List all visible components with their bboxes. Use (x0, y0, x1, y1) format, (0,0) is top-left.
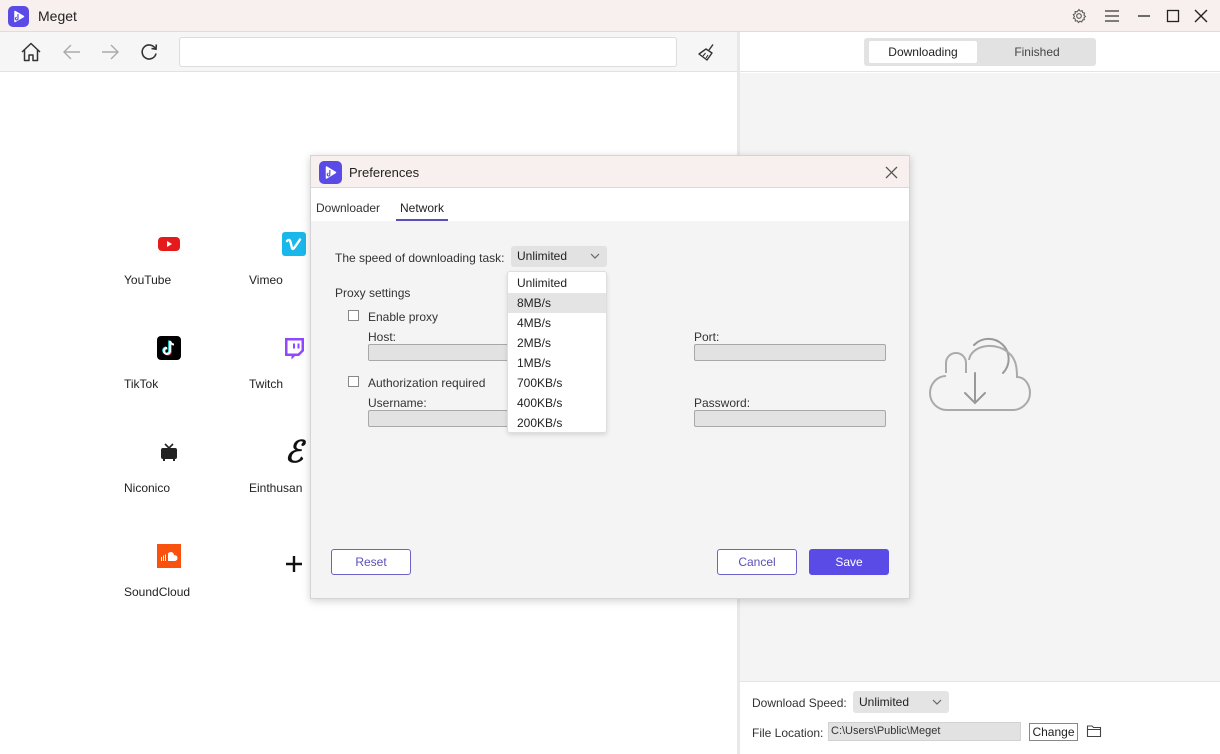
speed-label: The speed of downloading task: (335, 251, 505, 265)
tab-finished[interactable]: Finished (983, 41, 1091, 63)
menu-button[interactable] (1102, 6, 1122, 26)
url-input[interactable] (179, 37, 677, 67)
port-label: Port: (694, 330, 720, 344)
preferences-dialog: Preferences Downloader Network The speed… (310, 155, 910, 599)
speed-option[interactable]: 700KB/s (508, 373, 606, 393)
app-logo-icon (8, 6, 29, 27)
dialog-close-button[interactable] (881, 162, 901, 182)
chevron-down-icon (590, 253, 600, 259)
file-location-label: File Location: (752, 726, 824, 740)
niconico-icon (157, 440, 181, 464)
app-title: Meget (38, 8, 77, 24)
app-logo-icon (319, 161, 342, 184)
dialog-title-bar: Preferences (311, 156, 909, 188)
password-label: Password: (694, 396, 751, 410)
cancel-button[interactable]: Cancel (717, 549, 797, 575)
broom-icon (698, 44, 714, 61)
tiktok-icon (157, 336, 181, 360)
einthusan-icon: ℰ (284, 434, 304, 470)
maximize-icon (1166, 9, 1180, 23)
authorization-checkbox[interactable] (348, 376, 359, 387)
refresh-icon (141, 44, 158, 60)
speed-option[interactable]: 1MB/s (508, 353, 606, 373)
username-label: Username: (368, 396, 427, 410)
gear-icon (1072, 8, 1087, 24)
downloads-footer: Download Speed: Unlimited File Location:… (740, 681, 1220, 754)
speed-option[interactable]: 8MB/s (508, 293, 606, 313)
twitch-icon (282, 336, 306, 360)
clear-button[interactable] (696, 41, 718, 63)
site-tiktok[interactable]: TikTok (124, 336, 214, 391)
speed-select[interactable]: Unlimited (511, 246, 607, 267)
downloads-header: Downloading Finished (740, 32, 1220, 72)
close-window-button[interactable] (1191, 6, 1211, 26)
file-location-field[interactable]: C:\Users\Public\Meget (828, 722, 1021, 741)
chevron-down-icon (932, 699, 942, 705)
tab-downloader[interactable]: Downloader (316, 201, 380, 221)
speed-option[interactable]: 4MB/s (508, 313, 606, 333)
speed-option[interactable]: 2MB/s (508, 333, 606, 353)
site-niconico[interactable]: Niconico (124, 440, 214, 495)
folder-icon[interactable] (1086, 723, 1102, 739)
download-speed-label: Download Speed: (752, 696, 847, 710)
hamburger-icon (1105, 10, 1119, 22)
vimeo-icon (282, 232, 306, 256)
tab-downloading[interactable]: Downloading (869, 41, 977, 63)
speed-dropdown-list: Unlimited 8MB/s 4MB/s 2MB/s 1MB/s 700KB/s 400K… (507, 271, 607, 433)
network-settings: The speed of downloading task: Unlimited… (311, 221, 909, 598)
home-button[interactable] (20, 41, 42, 63)
change-location-button[interactable]: Change (1029, 723, 1078, 741)
password-input[interactable] (694, 410, 886, 427)
title-bar: Meget (0, 0, 1220, 32)
minimize-icon (1138, 15, 1150, 17)
authorization-label: Authorization required (368, 376, 486, 390)
dialog-tabs: Downloader Network (311, 188, 909, 221)
speed-option[interactable]: Unlimited (508, 273, 606, 293)
save-button[interactable]: Save (809, 549, 889, 575)
speed-select-value: Unlimited (517, 249, 568, 263)
soundcloud-icon (157, 544, 181, 568)
downloads-tab-switch: Downloading Finished (864, 38, 1096, 66)
site-label: SoundCloud (124, 585, 191, 599)
maximize-button[interactable] (1163, 6, 1183, 26)
close-icon (1194, 9, 1208, 23)
port-input[interactable] (694, 344, 886, 361)
enable-proxy-checkbox[interactable] (348, 310, 359, 321)
back-button[interactable] (61, 41, 83, 63)
site-label: Vimeo (249, 273, 283, 287)
close-icon (885, 166, 897, 178)
tab-network[interactable]: Network (396, 201, 449, 221)
enable-proxy-label: Enable proxy (368, 310, 439, 324)
site-label: Einthusan (249, 481, 303, 495)
download-speed-select[interactable]: Unlimited (853, 691, 949, 713)
home-icon (21, 42, 41, 62)
forward-button[interactable] (99, 41, 121, 63)
back-arrow-icon (63, 44, 80, 60)
refresh-button[interactable] (138, 41, 160, 63)
dialog-title: Preferences (349, 165, 420, 180)
minimize-button[interactable] (1134, 6, 1154, 26)
cloud-download-icon (929, 337, 1031, 411)
speed-option[interactable]: 400KB/s (508, 393, 606, 413)
site-label: YouTube (124, 273, 172, 287)
site-youtube[interactable]: YouTube (124, 232, 214, 287)
site-soundcloud[interactable]: SoundCloud (124, 544, 214, 599)
reset-button[interactable]: Reset (331, 549, 411, 575)
settings-button[interactable] (1069, 6, 1089, 26)
site-label: TikTok (124, 377, 159, 391)
add-icon (282, 552, 306, 576)
forward-arrow-icon (102, 44, 119, 60)
download-speed-value: Unlimited (859, 695, 910, 709)
host-label: Host: (368, 330, 397, 344)
youtube-icon (157, 232, 181, 256)
site-label: Niconico (124, 481, 171, 495)
speed-option[interactable]: 200KB/s (508, 413, 606, 433)
browser-toolbar (0, 32, 737, 72)
site-label: Twitch (249, 377, 284, 391)
proxy-settings-heading: Proxy settings (335, 286, 411, 300)
